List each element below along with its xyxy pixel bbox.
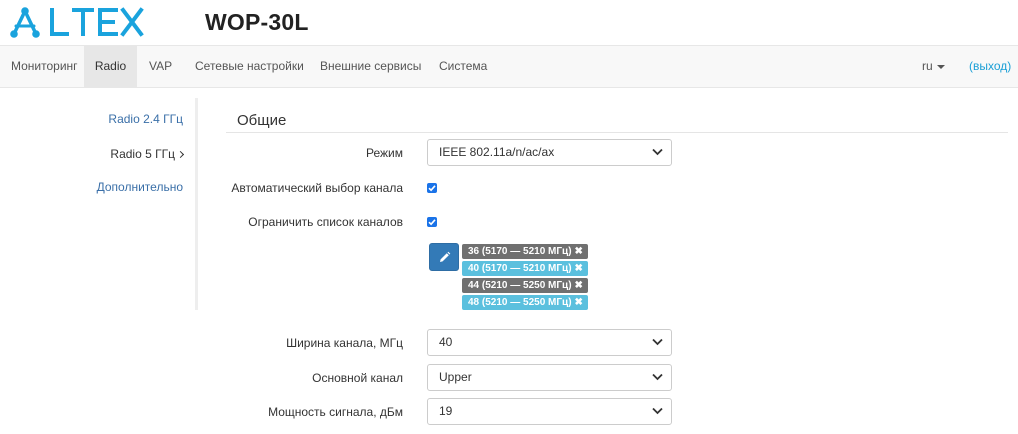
channel-tag: 44 (5210 — 5250 МГц) ✖: [462, 278, 588, 293]
logout-link[interactable]: (выход): [969, 46, 1011, 87]
chevron-down-icon: [652, 407, 663, 415]
channel-tag-label: 36 (5170 — 5210 МГц): [468, 246, 572, 257]
channel-tag: 36 (5170 — 5210 МГц) ✖: [462, 244, 588, 259]
language-label: ru: [922, 59, 933, 73]
checkmark-icon: [428, 219, 436, 226]
remove-icon[interactable]: ✖: [575, 246, 583, 257]
remove-icon[interactable]: ✖: [575, 263, 583, 274]
channel-tag-label: 44 (5210 — 5250 МГц): [468, 280, 572, 291]
channel-width-select[interactable]: 40: [427, 329, 672, 356]
remove-icon[interactable]: ✖: [575, 280, 583, 291]
radio-sidebar: Radio 2.4 ГГц Radio 5 ГГц Дополнительно: [0, 98, 198, 310]
auto-channel-checkbox[interactable]: [427, 183, 437, 193]
header: WOP-30L: [0, 0, 1018, 45]
sidebar-item-label: Radio 5 ГГц: [110, 147, 175, 161]
eltex-logo: [10, 5, 160, 39]
channel-tag-label: 48 (5210 — 5250 МГц): [468, 297, 572, 308]
auto-channel-label: Автоматический выбор канала: [231, 181, 403, 195]
sidebar-item-radio-5[interactable]: Radio 5 ГГц: [110, 147, 185, 161]
top-navbar: Мониторинг Radio VAP Сетевые настройки В…: [0, 45, 1018, 88]
chevron-right-icon: [176, 150, 185, 159]
channel-tag-label: 40 (5170 — 5210 МГц): [468, 263, 572, 274]
sidebar-item-radio-24[interactable]: Radio 2.4 ГГц: [108, 112, 183, 126]
mode-label: Режим: [366, 146, 403, 160]
edit-channels-button[interactable]: [429, 243, 459, 271]
channel-tag: 48 (5210 — 5250 МГц) ✖: [462, 295, 588, 310]
language-dropdown[interactable]: ru: [922, 46, 945, 87]
nav-radio[interactable]: Radio: [84, 46, 137, 87]
pencil-icon: [440, 251, 451, 262]
channel-width-value: 40: [439, 335, 453, 349]
chevron-down-icon: [652, 373, 663, 381]
remove-icon[interactable]: ✖: [575, 297, 583, 308]
limit-channels-label: Ограничить список каналов: [248, 215, 403, 229]
nav-network-settings[interactable]: Сетевые настройки: [195, 46, 304, 87]
checkmark-icon: [428, 185, 436, 192]
nav-system[interactable]: Система: [439, 46, 487, 87]
caret-down-icon: [936, 64, 945, 69]
signal-power-select[interactable]: 19: [427, 398, 672, 425]
mode-value: IEEE 802.11a/n/ac/ax: [439, 145, 555, 159]
primary-channel-value: Upper: [439, 370, 472, 384]
sidebar-item-advanced[interactable]: Дополнительно: [97, 180, 183, 194]
nav-monitoring[interactable]: Мониторинг: [0, 46, 89, 87]
primary-channel-label: Основной канал: [312, 371, 403, 385]
channel-tag: 40 (5170 — 5210 МГц) ✖: [462, 261, 588, 276]
section-title: Общие: [237, 112, 287, 129]
mode-select[interactable]: IEEE 802.11a/n/ac/ax: [427, 139, 672, 166]
limit-channels-checkbox[interactable]: [427, 217, 437, 227]
section-divider: [226, 132, 1008, 133]
nav-vap[interactable]: VAP: [149, 46, 172, 87]
chevron-down-icon: [652, 148, 663, 156]
signal-power-label: Мощность сигнала, дБм: [268, 405, 403, 419]
chevron-down-icon: [652, 338, 663, 346]
channel-width-label: Ширина канала, МГц: [286, 336, 403, 350]
signal-power-value: 19: [439, 404, 453, 418]
primary-channel-select[interactable]: Upper: [427, 364, 672, 391]
product-name: WOP-30L: [205, 9, 309, 35]
nav-external-services[interactable]: Внешние сервисы: [320, 46, 421, 87]
